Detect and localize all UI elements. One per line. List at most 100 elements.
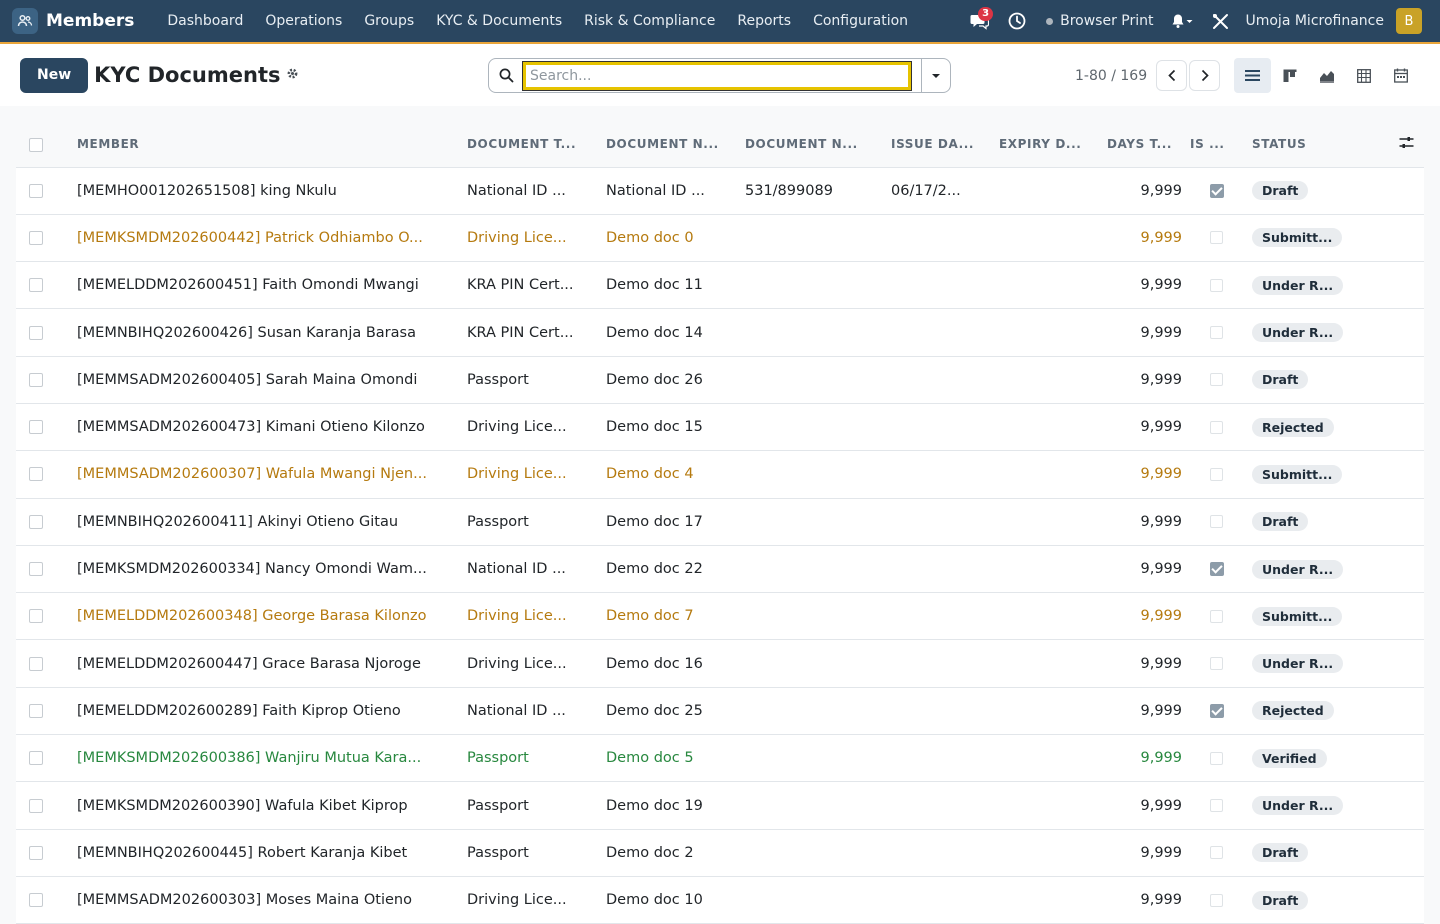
is-flag-checkbox [1210, 278, 1223, 292]
menu-operations[interactable]: Operations [254, 0, 353, 43]
row-checkbox[interactable] [29, 798, 43, 813]
table-row[interactable]: [MEMELDDM202600451] Faith Omondi Mwangi K… [16, 261, 1424, 310]
records-list: MEMBER DOCUMENT T... DOCUMENT N... DOCUM… [16, 122, 1424, 924]
search-input[interactable] [522, 61, 912, 91]
messages-badge: 3 [978, 7, 994, 21]
browser-print-toggle[interactable]: Browser Print [1036, 13, 1163, 29]
pager-value[interactable]: 1-80 / 169 [1075, 68, 1147, 84]
column-days-to-expiry[interactable]: DAYS T... [1107, 122, 1190, 168]
table-body: [MEMHO001202651508] king Nkulu National I… [16, 167, 1424, 924]
is-flag-checkbox [1210, 183, 1224, 198]
apps-icon[interactable] [12, 8, 38, 34]
menu-kyc-documents[interactable]: KYC & Documents [425, 0, 573, 43]
cell-member: [MEMELDDM202600447] Grace Barasa Njoroge [77, 639, 467, 688]
table-row[interactable]: [MEMMSADM202600405] Sarah Maina Omondi Pa… [16, 356, 1424, 404]
cell-member: [MEMELDDM202600348] George Barasa Kilonz… [77, 592, 467, 641]
menu-groups[interactable]: Groups [353, 0, 425, 43]
calendar-view-icon[interactable] [1382, 58, 1419, 93]
cell-spacer [1372, 545, 1424, 594]
optional-columns-toggle[interactable] [1372, 122, 1424, 168]
table-row[interactable]: [MEMNBIHQ202600426] Susan Karanja Barasa… [16, 308, 1424, 357]
table-row[interactable]: [MEMKSMDM202600442] Patrick Odhiambo O..… [16, 214, 1424, 263]
column-expiry-date[interactable]: EXPIRY D... [999, 122, 1107, 168]
table-row[interactable]: [MEMKSMDM202600390] Wafula Kibet Kiprop P… [16, 781, 1424, 830]
row-checkbox[interactable] [29, 325, 43, 340]
table-row[interactable]: [MEMKSMDM202600334] Nancy Omondi Wam... N… [16, 545, 1424, 594]
chat-icon[interactable]: 3 [960, 0, 998, 43]
row-checkbox[interactable] [29, 420, 43, 435]
cell-status: Rejected [1252, 687, 1372, 736]
bell-icon[interactable] [1163, 0, 1201, 43]
row-checkbox[interactable] [29, 703, 43, 718]
row-checkbox[interactable] [29, 278, 43, 293]
search-icon[interactable] [489, 68, 523, 83]
tools-icon[interactable] [1201, 0, 1239, 43]
column-member[interactable]: MEMBER [77, 122, 467, 168]
pager-previous-button[interactable] [1156, 60, 1188, 91]
row-checkbox[interactable] [29, 514, 43, 529]
row-checkbox[interactable] [29, 230, 43, 245]
menu-risk-compliance[interactable]: Risk & Compliance [573, 0, 726, 43]
list-view-icon[interactable] [1234, 58, 1271, 93]
menu-configuration[interactable]: Configuration [802, 0, 919, 43]
clock-icon[interactable] [998, 0, 1036, 43]
table-row[interactable]: [MEMMSADM202600473] Kimani Otieno Kilonz… [16, 403, 1424, 452]
row-checkbox[interactable] [29, 609, 43, 624]
row-checkbox[interactable] [29, 183, 43, 198]
row-checkbox[interactable] [29, 656, 43, 671]
column-status[interactable]: STATUS [1252, 122, 1372, 168]
column-document-name[interactable]: DOCUMENT N... [606, 122, 745, 168]
cell-document-type: National ID ... [467, 545, 606, 594]
column-document-number[interactable]: DOCUMENT N... [745, 122, 891, 168]
cell-document-type: Driving Lice... [467, 450, 606, 499]
row-select-cell [16, 308, 77, 357]
status-badge: Rejected [1252, 701, 1334, 721]
company-switcher[interactable]: Umoja Microfinance [1239, 13, 1396, 29]
search-options-dropdown[interactable] [921, 58, 951, 93]
row-checkbox[interactable] [29, 562, 43, 577]
table-row[interactable]: [MEMKSMDM202600386] Wanjiru Mutua Kara..… [16, 734, 1424, 783]
table-row[interactable]: [MEMNBIHQ202600445] Robert Karanja Kibet… [16, 829, 1424, 877]
cell-issue-date [891, 639, 999, 688]
table-row[interactable]: [MEMHO001202651508] king Nkulu National I… [16, 167, 1424, 215]
column-issue-date[interactable]: ISSUE DA... [891, 122, 999, 168]
cell-expiry-date [999, 592, 1107, 641]
cell-expiry-date [999, 498, 1107, 546]
table-row[interactable]: [MEMMSADM202600307] Wafula Mwangi Njen..… [16, 450, 1424, 499]
kanban-view-icon[interactable] [1271, 58, 1308, 93]
row-checkbox[interactable] [29, 751, 43, 766]
new-button[interactable]: New [20, 57, 89, 93]
cell-member: [MEMNBIHQ202600445] Robert Karanja Kibet [77, 829, 467, 877]
gear-icon[interactable] [286, 67, 299, 84]
chevron-right-icon [1201, 69, 1209, 82]
menu-reports[interactable]: Reports [726, 0, 802, 43]
cell-document-name: Demo doc 4 [606, 450, 745, 499]
row-checkbox[interactable] [29, 467, 43, 482]
graph-view-icon[interactable] [1308, 58, 1345, 93]
cell-document-name: Demo doc 14 [606, 308, 745, 357]
cell-document-number [745, 498, 891, 546]
table-row[interactable]: [MEMELDDM202600447] Grace Barasa Njoroge… [16, 639, 1424, 688]
cell-is-flag [1190, 261, 1252, 310]
row-checkbox[interactable] [29, 845, 43, 860]
cell-expiry-date [999, 356, 1107, 404]
select-all-checkbox[interactable] [29, 137, 43, 152]
column-is-flag[interactable]: IS ... [1190, 122, 1252, 168]
cell-spacer [1372, 450, 1424, 499]
table-row[interactable]: [MEMNBIHQ202600411] Akinyi Otieno Gitau P… [16, 498, 1424, 546]
user-avatar[interactable]: B [1396, 8, 1422, 34]
table-row[interactable]: [MEMELDDM202600289] Faith Kiprop Otieno N… [16, 687, 1424, 736]
cell-document-number [745, 876, 891, 924]
browser-print-label: Browser Print [1060, 13, 1154, 29]
cell-spacer [1372, 781, 1424, 830]
column-document-type[interactable]: DOCUMENT T... [467, 122, 606, 168]
menu-dashboard[interactable]: Dashboard [156, 0, 254, 43]
row-checkbox[interactable] [29, 372, 43, 387]
pager-next-button[interactable] [1189, 60, 1221, 91]
row-select-cell [16, 829, 77, 877]
pivot-view-icon[interactable] [1345, 58, 1382, 93]
row-checkbox[interactable] [29, 893, 43, 908]
table-row[interactable]: [MEMMSADM202600303] Moses Maina Otieno Dr… [16, 876, 1424, 924]
table-row[interactable]: [MEMELDDM202600348] George Barasa Kilonz… [16, 592, 1424, 641]
app-brand[interactable]: Members [46, 11, 134, 31]
